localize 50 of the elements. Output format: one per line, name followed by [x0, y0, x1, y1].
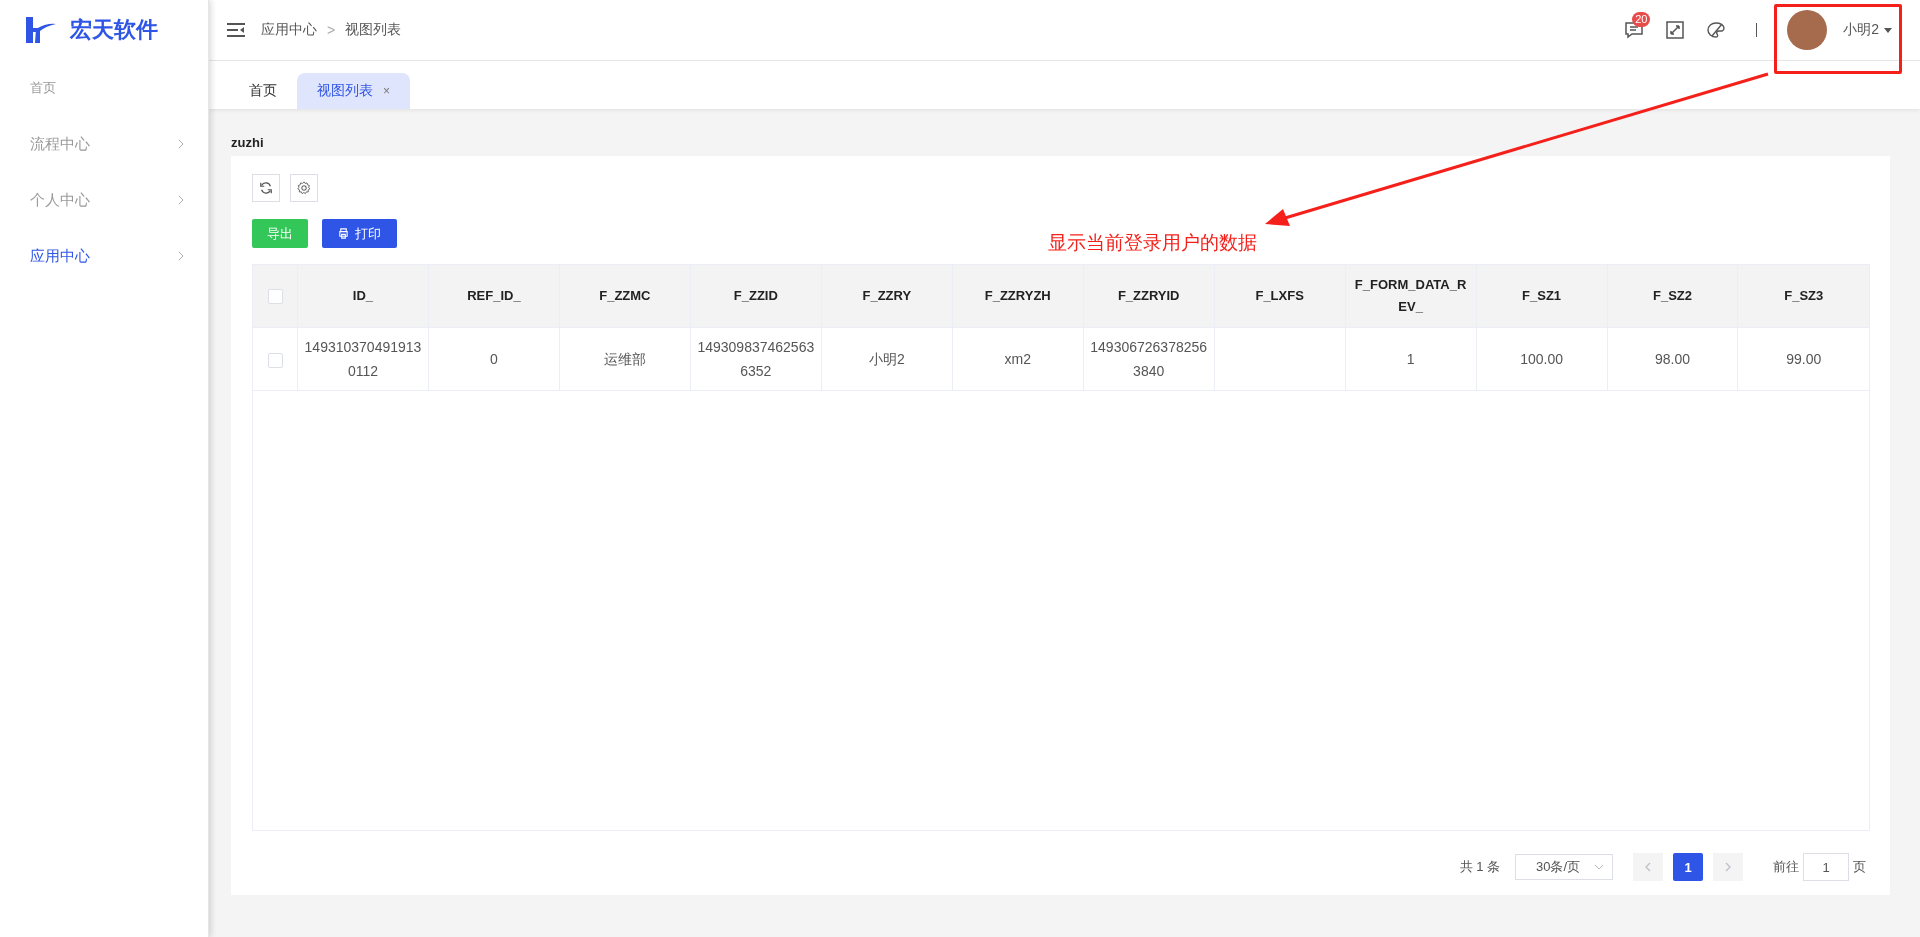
- goto-label: 前往: [1773, 858, 1799, 876]
- close-button[interactable]: ×: [383, 84, 390, 98]
- user-menu[interactable]: 小明2: [1843, 21, 1892, 39]
- avatar-photo-placeholder[interactable]: [1787, 10, 1828, 50]
- row-checkbox[interactable]: [267, 352, 283, 368]
- count-badge: 20: [1632, 12, 1651, 27]
- tab[interactable]: 首页: [229, 73, 297, 109]
- caret-icon: [1884, 27, 1892, 33]
- annotation-text: 显示当前登录用户的数据: [1048, 231, 1257, 255]
- brand-name: 宏天软件: [70, 16, 158, 44]
- sidebar-item[interactable]: 应用中心: [0, 228, 208, 284]
- chevron-icon: [178, 139, 184, 149]
- table-cell: 小明2: [868, 351, 905, 367]
- page-button[interactable]: 1: [1673, 853, 1703, 881]
- chevron-down-icon: [1594, 864, 1604, 870]
- table-cell: xm2: [1004, 351, 1031, 367]
- menu-icon[interactable]: [227, 23, 245, 37]
- page-title: zuzhi: [231, 134, 265, 152]
- print-button[interactable]: 打印: [322, 219, 397, 248]
- chevron-left-icon: [1645, 862, 1651, 872]
- breadcrumb-separator: >: [327, 22, 336, 38]
- breadcrumb-item[interactable]: 应用中心: [261, 21, 317, 39]
- fullscreen-icon[interactable]: [1666, 21, 1685, 39]
- table-cell: 1493103704919130112: [304, 339, 422, 379]
- table-cell: 0: [490, 351, 498, 367]
- total-count: 共 1 条: [1459, 858, 1500, 876]
- refresh-icon: [259, 181, 273, 195]
- settings-button[interactable]: [290, 174, 318, 202]
- table-cell: 99.00: [1786, 351, 1822, 367]
- chevron-icon: [178, 251, 184, 261]
- settings-icon: [297, 181, 311, 195]
- table-cell: 1493067263782563840: [1090, 339, 1208, 379]
- palette-icon[interactable]: [1706, 21, 1727, 39]
- page-size-select[interactable]: 30条/页: [1515, 854, 1613, 880]
- message-icon[interactable]: [1624, 21, 1645, 39]
- chevron-icon: [178, 195, 184, 205]
- table-cell: 1: [1406, 351, 1415, 367]
- refresh-button[interactable]: [252, 174, 280, 202]
- table-cell: 98.00: [1655, 351, 1691, 367]
- table-cell: 1493098374625636352: [697, 339, 815, 379]
- printer-icon: [338, 228, 349, 239]
- page-input[interactable]: 1: [1803, 853, 1849, 881]
- page-suffix: 页: [1853, 858, 1866, 876]
- select-all-checkbox[interactable]: [267, 289, 283, 305]
- breadcrumb-item: 视图列表: [345, 21, 402, 39]
- chevron-right-icon: [1725, 862, 1731, 872]
- tab[interactable]: 视图列表 ×: [297, 73, 410, 109]
- table-cell: 运维部: [603, 351, 646, 367]
- logo-icon: [26, 17, 56, 43]
- table-cell: 100.00: [1520, 351, 1563, 367]
